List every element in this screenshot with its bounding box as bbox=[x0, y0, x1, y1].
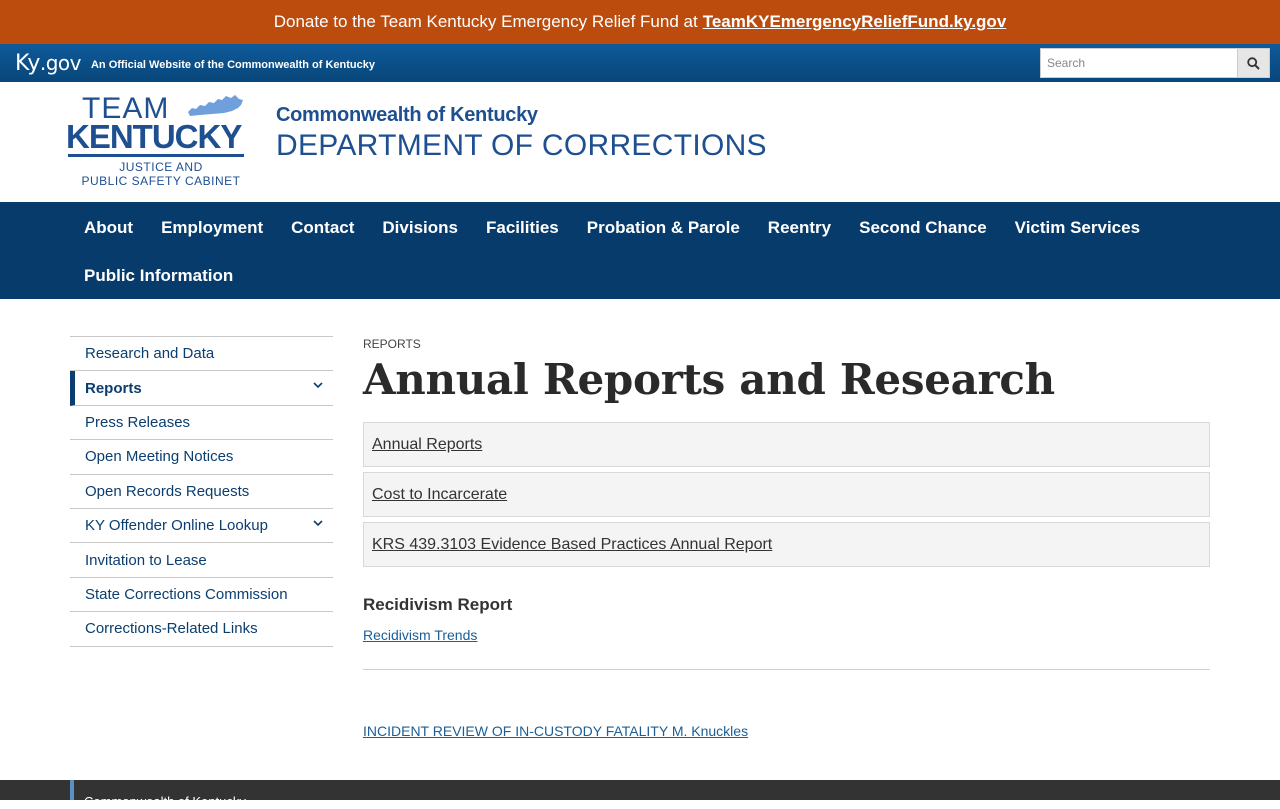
logo-kentucky-text: KENTUCKY bbox=[66, 118, 242, 155]
sidebar-item-invitation-to-lease[interactable]: Invitation to Lease bbox=[70, 543, 333, 578]
sidebar-item-offender-lookup[interactable]: KY Offender Online Lookup bbox=[70, 509, 333, 544]
sidebar-item-label: Corrections-Related Links bbox=[85, 620, 258, 638]
logo-divider bbox=[68, 154, 244, 157]
footer-text: Commonwealth of Kentucky bbox=[84, 794, 246, 809]
kygov-logo-main: Ky bbox=[15, 50, 40, 76]
page-content: Research and Data Reports Press Releases… bbox=[0, 299, 1280, 741]
nav-victim-services[interactable]: Victim Services bbox=[1015, 202, 1140, 250]
chevron-down-icon[interactable] bbox=[313, 520, 323, 527]
nav-reentry[interactable]: Reentry bbox=[768, 202, 831, 250]
donate-text: Donate to the Team Kentucky Emergency Re… bbox=[273, 12, 698, 31]
logo-cabinet-name: JUSTICE AND PUBLIC SAFETY CABINET bbox=[66, 160, 256, 188]
chevron-down-icon[interactable] bbox=[313, 382, 323, 389]
sidebar-item-label: Open Records Requests bbox=[85, 482, 250, 500]
sidebar-nav: Research and Data Reports Press Releases… bbox=[70, 336, 333, 741]
footer-accent bbox=[70, 780, 74, 800]
nav-second-chance[interactable]: Second Chance bbox=[859, 202, 987, 250]
team-kentucky-logo[interactable]: TEAM KENTUCKY JUSTICE AND PUBLIC SAFETY … bbox=[66, 92, 256, 192]
main-navigation: About Employment Contact Divisions Facil… bbox=[0, 202, 1280, 299]
sidebar-item-label: State Corrections Commission bbox=[85, 585, 288, 603]
kygov-bar: Ky.gov An Official Website of the Common… bbox=[0, 44, 1280, 82]
donate-link[interactable]: TeamKYEmergencyReliefFund.ky.gov bbox=[703, 12, 1007, 32]
search-button[interactable] bbox=[1238, 48, 1270, 78]
sidebar-item-open-meeting-notices[interactable]: Open Meeting Notices bbox=[70, 440, 333, 475]
site-header: TEAM KENTUCKY JUSTICE AND PUBLIC SAFETY … bbox=[0, 82, 1280, 202]
agency-name: Commonwealth of Kentucky DEPARTMENT OF C… bbox=[276, 104, 767, 163]
search-icon bbox=[1247, 56, 1260, 70]
nav-probation-parole[interactable]: Probation & Parole bbox=[587, 202, 740, 250]
main-content: REPORTS Annual Reports and Research Annu… bbox=[363, 336, 1210, 741]
kygov-tagline: An Official Website of the Commonwealth … bbox=[90, 58, 375, 71]
nav-facilities[interactable]: Facilities bbox=[486, 202, 559, 250]
reports-accordion: Annual Reports Cost to Incarcerate KRS 4… bbox=[363, 422, 1210, 567]
page-title: Annual Reports and Research bbox=[363, 355, 1055, 404]
sidebar-item-state-corrections-commission[interactable]: State Corrections Commission bbox=[70, 578, 333, 613]
accordion-krs-evidence-report[interactable]: KRS 439.3103 Evidence Based Practices An… bbox=[363, 522, 1210, 567]
sidebar-item-press-releases[interactable]: Press Releases bbox=[70, 406, 333, 441]
logo-sub-line-1: JUSTICE AND bbox=[119, 160, 203, 174]
sidebar-item-label: Open Meeting Notices bbox=[85, 448, 234, 466]
site-footer: Commonwealth of Kentucky bbox=[0, 780, 1280, 809]
kentucky-state-icon bbox=[188, 95, 243, 116]
sidebar-item-label: Invitation to Lease bbox=[85, 551, 207, 569]
incident-review-link[interactable]: INCIDENT REVIEW OF IN-CUSTODY FATALITY M… bbox=[363, 723, 748, 739]
recidivism-heading: Recidivism Report bbox=[363, 595, 513, 614]
content-divider bbox=[363, 669, 1210, 670]
sidebar-item-corrections-links[interactable]: Corrections-Related Links bbox=[70, 612, 333, 647]
nav-employment[interactable]: Employment bbox=[161, 202, 263, 250]
accordion-cost-to-incarcerate[interactable]: Cost to Incarcerate bbox=[363, 472, 1210, 517]
nav-divisions[interactable]: Divisions bbox=[382, 202, 458, 250]
nav-public-information[interactable]: Public Information bbox=[84, 250, 233, 298]
sidebar-item-research-data[interactable]: Research and Data bbox=[70, 337, 333, 372]
kygov-logo-suffix: .gov bbox=[39, 50, 82, 75]
nav-about[interactable]: About bbox=[84, 202, 133, 250]
logo-sub-line-2: PUBLIC SAFETY CABINET bbox=[81, 174, 241, 188]
sidebar-item-label: Reports bbox=[85, 379, 142, 397]
nav-contact[interactable]: Contact bbox=[291, 202, 354, 250]
sidebar-item-label: KY Offender Online Lookup bbox=[85, 517, 268, 535]
sidebar-item-open-records-requests[interactable]: Open Records Requests bbox=[70, 475, 333, 509]
kygov-logo[interactable]: Ky.gov bbox=[15, 51, 81, 76]
agency-commonwealth: Commonwealth of Kentucky bbox=[276, 103, 538, 126]
accordion-annual-reports[interactable]: Annual Reports bbox=[363, 422, 1210, 467]
recidivism-trends-link[interactable]: Recidivism Trends bbox=[363, 627, 477, 643]
sidebar-item-label: Press Releases bbox=[85, 413, 191, 431]
sidebar-item-label: Research and Data bbox=[85, 345, 215, 363]
breadcrumb[interactable]: REPORTS bbox=[363, 337, 1210, 351]
sidebar-item-reports[interactable]: Reports bbox=[70, 371, 333, 406]
agency-department[interactable]: DEPARTMENT OF CORRECTIONS bbox=[276, 129, 767, 163]
search-input[interactable] bbox=[1040, 48, 1238, 78]
site-search bbox=[1040, 48, 1270, 78]
donate-banner: Donate to the Team Kentucky Emergency Re… bbox=[0, 0, 1280, 44]
